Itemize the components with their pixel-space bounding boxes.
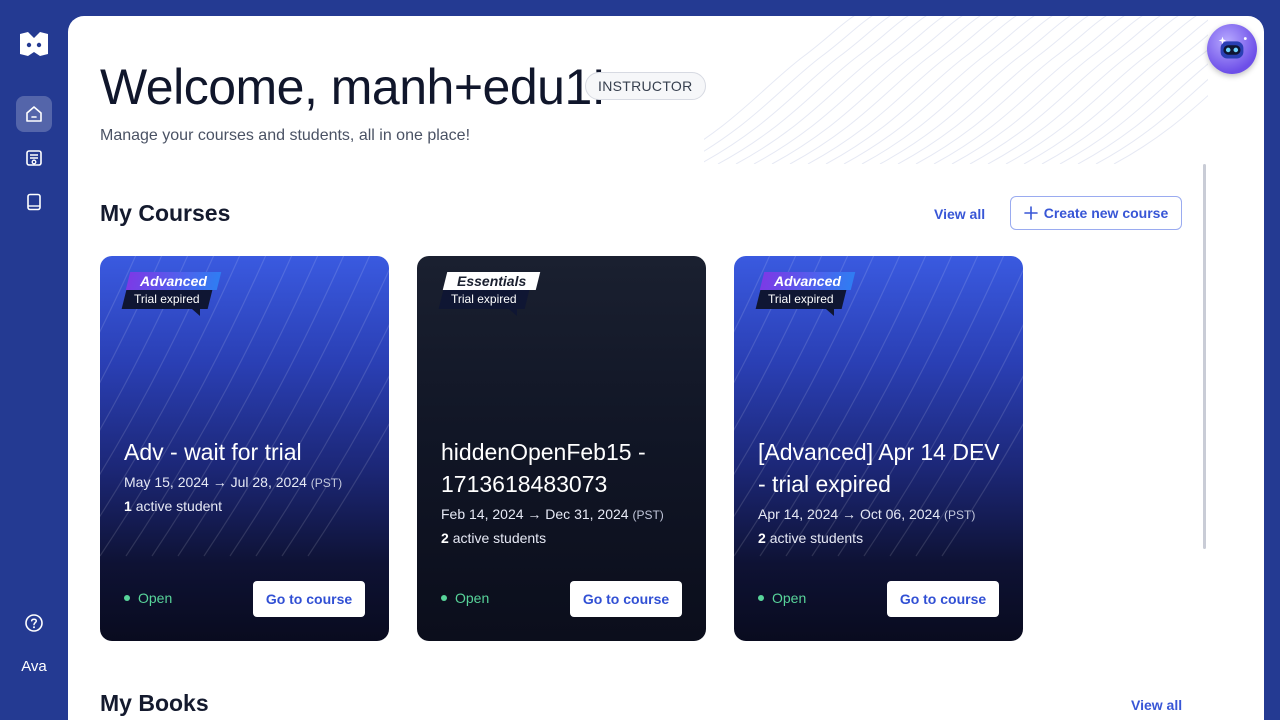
header-wave-decoration <box>704 16 1208 164</box>
course-card[interactable]: Advanced Trial expired Adv - wait for tr… <box>100 256 389 641</box>
course-card[interactable]: Essentials Trial expired hiddenOpenFeb15… <box>417 256 706 641</box>
status-dot <box>758 595 764 601</box>
book-icon <box>27 193 41 211</box>
page-subtitle: Manage your courses and students, all in… <box>100 127 471 144</box>
app-logo[interactable] <box>18 30 50 58</box>
course-student-count: 2 active students <box>441 530 547 546</box>
my-books-heading: My Books <box>100 690 209 716</box>
courses-view-all-link[interactable]: View all <box>934 206 985 222</box>
status-dot <box>441 595 447 601</box>
plus-icon <box>1023 206 1038 220</box>
sidebar-item-books[interactable] <box>16 184 52 220</box>
user-menu[interactable]: Ava <box>0 658 68 675</box>
course-title: [Advanced] Apr 14 DEV - trial expired <box>758 439 1000 497</box>
course-student-count: 1 active student <box>124 498 223 514</box>
courses-icon <box>26 150 42 166</box>
sidebar-item-home[interactable] <box>16 96 52 132</box>
go-to-course-button[interactable]: Go to course <box>253 581 365 617</box>
scrollbar[interactable] <box>1203 164 1206 549</box>
home-icon <box>26 106 42 122</box>
badge-notch <box>192 309 200 316</box>
course-status: Open <box>124 590 172 606</box>
plan-badge: Advanced <box>759 272 856 290</box>
course-dates: Apr 14, 2024 → Oct 06, 2024 (PST) <box>758 506 976 522</box>
my-courses-heading: My Courses <box>100 200 231 226</box>
go-to-course-button[interactable]: Go to course <box>570 581 682 617</box>
help-button[interactable] <box>16 605 52 641</box>
robot-icon <box>1218 36 1247 59</box>
go-to-course-button[interactable]: Go to course <box>887 581 999 617</box>
role-badge: INSTRUCTOR <box>585 72 706 100</box>
plan-badge: Advanced <box>125 272 222 290</box>
create-new-course-button[interactable]: Create new course <box>1010 196 1182 230</box>
badge-notch <box>826 309 834 316</box>
books-view-all-link[interactable]: View all <box>1131 697 1182 713</box>
course-dates: May 15, 2024 → Jul 28, 2024 (PST) <box>124 474 343 490</box>
status-dot <box>124 595 130 601</box>
course-card[interactable]: Advanced Trial expired [Advanced] Apr 14… <box>734 256 1023 641</box>
sidebar: Ava <box>0 0 68 720</box>
trial-status-badge: Trial expired <box>121 290 212 309</box>
trial-status-badge: Trial expired <box>438 290 529 309</box>
course-status: Open <box>758 590 806 606</box>
page-title: Welcome, manh+edu1! <box>100 59 606 115</box>
main-panel: Welcome, manh+edu1! INSTRUCTOR Manage yo… <box>68 16 1264 720</box>
course-title: hiddenOpenFeb15 - 1713618483073 <box>441 439 646 497</box>
badge-notch <box>509 309 517 316</box>
create-new-course-label: Create new course <box>1043 205 1169 221</box>
trial-status-badge: Trial expired <box>755 290 846 309</box>
help-icon <box>25 614 43 632</box>
course-dates: Feb 14, 2024 → Dec 31, 2024 (PST) <box>441 506 664 522</box>
plan-badge: Essentials <box>442 272 541 290</box>
course-student-count: 2 active students <box>758 530 864 546</box>
sidebar-item-courses[interactable] <box>16 140 52 176</box>
course-status: Open <box>441 590 489 606</box>
course-title: Adv - wait for trial <box>124 439 302 465</box>
ai-assistant-button[interactable] <box>1207 24 1257 74</box>
